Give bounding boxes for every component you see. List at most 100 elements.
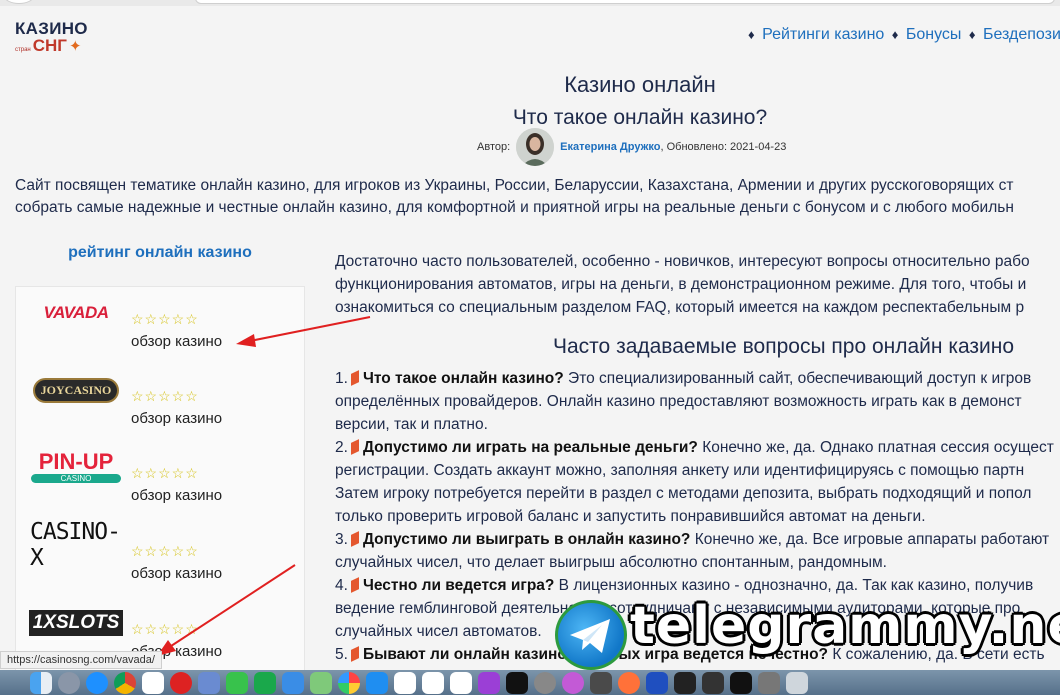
launchpad-icon[interactable]: [58, 671, 80, 694]
app-icon[interactable]: [758, 671, 780, 694]
site-logo[interactable]: КАЗИНО стран СНГ ✦: [15, 20, 95, 56]
updated-date: , Обновлено: 2021-04-23: [660, 141, 787, 153]
faq-item: 1. Что такое онлайн казино? Это специализ…: [335, 370, 1032, 387]
address-bar[interactable]: [195, 0, 1055, 4]
system-preferences-icon[interactable]: [534, 671, 556, 694]
review-link-joycasino[interactable]: обзор казино: [131, 410, 222, 427]
photos-icon[interactable]: [338, 671, 360, 694]
safari-icon[interactable]: [86, 671, 108, 694]
telegram-logo-icon: [555, 600, 627, 670]
bookmark-icon: [350, 646, 359, 662]
facetime-icon[interactable]: [254, 671, 276, 694]
main-paragraph: Достаточно часто пользователей, особенно…: [335, 250, 1060, 319]
main-line: Достаточно часто пользователей, особенно…: [335, 253, 1030, 270]
rating-stars-icon: ☆☆☆☆☆: [131, 543, 199, 559]
notes-icon[interactable]: [450, 671, 472, 694]
nav-diamond-icon: ♦: [968, 27, 976, 42]
opera-icon[interactable]: [170, 671, 192, 694]
chrome-icon[interactable]: [114, 671, 136, 694]
terminal-icon[interactable]: [730, 671, 752, 694]
rating-stars-icon: ☆☆☆☆☆: [131, 388, 199, 404]
nav-diamond-icon: ♦: [891, 27, 899, 42]
logo-star-icon: ✦: [68, 38, 82, 55]
joycasino-logo[interactable]: JOYCASINO: [30, 372, 122, 408]
nav-link-ratings[interactable]: Рейтинги казино: [762, 26, 884, 43]
vavada-logo-text: VAVADA: [43, 303, 110, 322]
1xslots-logo[interactable]: 1XSLOTS: [28, 605, 124, 641]
casino-rating-list: VAVADA ☆☆☆☆☆ обзор казино JOYCASINO ☆☆☆☆…: [15, 286, 305, 686]
macos-dock: [0, 670, 1060, 695]
app-store-icon[interactable]: [366, 671, 388, 694]
faq-item: 2. Допустимо ли играть на реальные деньги…: [335, 439, 1054, 456]
pinup-logo-text: PIN-UP: [38, 449, 114, 474]
rating-stars-icon: ☆☆☆☆☆: [131, 621, 199, 637]
podcasts-icon[interactable]: [478, 671, 500, 694]
bookmark-icon: [350, 370, 359, 386]
messages-icon[interactable]: [226, 671, 248, 694]
rating-stars-icon: ☆☆☆☆☆: [131, 311, 199, 327]
nav-link-bonuses[interactable]: Бонусы: [906, 26, 962, 43]
faq-question: Честно ли ведется игра?: [362, 577, 555, 594]
maps-icon[interactable]: [310, 671, 332, 694]
vavada-logo[interactable]: VAVADA: [30, 295, 122, 331]
calendar-date-icon[interactable]: [394, 671, 416, 694]
casinox-logo-text: CASINO-X: [30, 519, 121, 571]
logo-line2: СНГ: [32, 36, 67, 55]
faq-item: 4. Честно ли ведется игра? В лицензионных…: [335, 577, 1034, 594]
main-line: функционирования автоматов, игры на день…: [335, 276, 1027, 293]
mail-icon[interactable]: [282, 671, 304, 694]
faq-question: Допустимо ли играть на реальные деньги?: [362, 439, 698, 456]
apple-tv-icon[interactable]: [506, 671, 528, 694]
faq-line: только проверить игровой баланс и запуст…: [335, 508, 926, 525]
casinox-logo[interactable]: CASINO-X: [30, 519, 122, 571]
joycasino-logo-text: JOYCASINO: [32, 377, 120, 403]
pinup-logo-subtext: CASINO: [31, 474, 121, 483]
review-link-vavada[interactable]: обзор казино: [131, 333, 222, 350]
author-prefix: Автор:: [477, 141, 511, 153]
trash-icon[interactable]: [786, 671, 808, 694]
status-bar-url: https://casinosng.com/vavada/: [0, 651, 162, 669]
review-link-casinox[interactable]: обзор казино: [131, 565, 222, 582]
calendar-icon[interactable]: [142, 671, 164, 694]
casino-row-joycasino: JOYCASINO ☆☆☆☆☆ обзор казино: [16, 364, 306, 430]
faq-line: Затем игроку потребуется перейти в разде…: [335, 485, 1032, 502]
faq-line: версии, так и платно.: [335, 416, 488, 433]
nav-diamond-icon: ♦: [748, 27, 755, 42]
rating-title: рейтинг онлайн казино: [68, 244, 252, 261]
page-subtitle: Что такое онлайн казино?: [512, 106, 768, 129]
casino-row-vavada: VAVADA ☆☆☆☆☆ обзор казино: [16, 287, 306, 353]
faq-question: Допустимо ли выиграть в онлайн казино?: [362, 531, 691, 548]
bookmark-icon: [350, 439, 359, 455]
faq-item: 3. Допустимо ли выиграть в онлайн казино?…: [335, 531, 1050, 548]
pinup-logo[interactable]: PIN-UP CASINO: [30, 449, 122, 485]
main-line: ознакомиться со специальным разделом FAQ…: [335, 299, 1025, 316]
faq-line: случайных чисел, что делает выигрыш абсо…: [335, 554, 887, 571]
faq-line: регистрации. Создать аккаунт можно, запо…: [335, 462, 1025, 479]
author-avatar: [516, 128, 555, 166]
faq-title: Часто задаваемые вопросы про онлайн кази…: [553, 335, 1015, 358]
app-icon[interactable]: [674, 671, 696, 694]
bookmark-icon: [350, 531, 359, 547]
review-link-pinup[interactable]: обзор казино: [131, 487, 222, 504]
app-icon[interactable]: [646, 671, 668, 694]
firefox-icon[interactable]: [618, 671, 640, 694]
author-line: Автор: Екатерина Дружко , Обновлено: 202…: [477, 128, 786, 166]
nav-link-no-deposit[interactable]: Бездепозит: [983, 26, 1060, 43]
browser-toolbar: [0, 0, 1060, 6]
author-name-link[interactable]: Екатерина Дружко: [560, 141, 660, 153]
preview-icon[interactable]: [198, 671, 220, 694]
intro-paragraph: Сайт посвящен тематике онлайн казино, дл…: [15, 175, 1060, 219]
faq-line: определённых провайдеров. Онлайн казино …: [335, 393, 1022, 410]
browser-back-button[interactable]: [4, 0, 34, 4]
app-icon[interactable]: [590, 671, 612, 694]
pinwheel-icon[interactable]: [562, 671, 584, 694]
reminders-icon[interactable]: [422, 671, 444, 694]
intro-line: собрать самые надежные и честные онлайн …: [15, 199, 1014, 216]
1xslots-logo-text: 1XSLOTS: [28, 610, 124, 636]
finder-icon[interactable]: [30, 671, 52, 694]
console-icon[interactable]: [702, 671, 724, 694]
casino-row-pinup: PIN-UP CASINO ☆☆☆☆☆ обзор казино: [16, 441, 306, 507]
intro-line: Сайт посвящен тематике онлайн казино, дл…: [15, 177, 1014, 194]
logo-small-text: стран: [15, 47, 31, 53]
faq-question: Что такое онлайн казино?: [362, 370, 564, 387]
